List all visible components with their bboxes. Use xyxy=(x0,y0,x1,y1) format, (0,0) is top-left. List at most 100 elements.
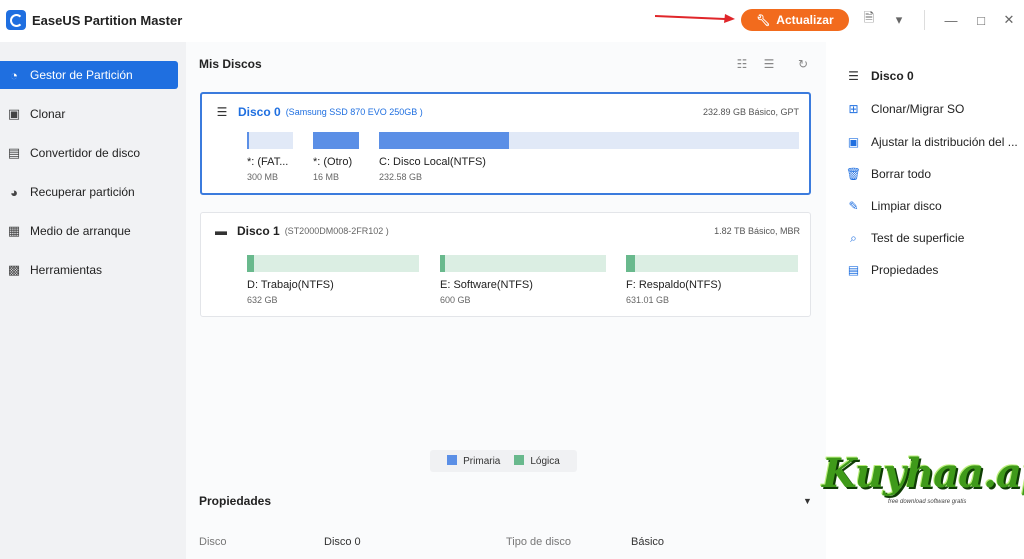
update-label: Actualizar xyxy=(776,13,834,27)
disk-card-1[interactable]: ▬ Disco 1 (ST2000DM008-2FR102 ) 1.82 TB … xyxy=(200,212,811,317)
primary-swatch xyxy=(447,455,458,465)
app-logo-icon xyxy=(6,10,26,30)
partition-name: E: Software(NTFS) xyxy=(440,279,533,291)
partition-usage-fill xyxy=(313,132,359,149)
partition-item[interactable]: D: Trabajo(NTFS) 632 GB xyxy=(247,255,419,305)
action-clone-migrate-os[interactable]: ⊞ Clonar/Migrar SO xyxy=(846,101,964,117)
feedback-icon[interactable]: 🗎︎ xyxy=(860,10,878,29)
pie-chart-icon: ◔ xyxy=(10,67,18,83)
windows-icon: ⊞ xyxy=(848,102,859,116)
trash-icon: 🗑︎ xyxy=(845,167,862,181)
logical-swatch xyxy=(514,455,525,465)
action-label: Test de superficie xyxy=(871,231,965,245)
update-button[interactable]: 🔧︎ Actualizar xyxy=(741,9,849,31)
disk-drive-icon: ▬ xyxy=(215,224,227,238)
selected-disk-header: ☰ Disco 0 xyxy=(846,68,914,84)
partition-item[interactable]: E: Software(NTFS) 600 GB xyxy=(440,255,606,305)
disk-name: Disco 1 xyxy=(237,224,280,238)
sidebar-item-label: Medio de arranque xyxy=(30,224,131,238)
action-label: Clonar/Migrar SO xyxy=(871,102,965,116)
sidebar-item-partition-manager[interactable]: ◔ Gestor de Partición xyxy=(0,61,178,89)
action-properties[interactable]: ▤ Propiedades xyxy=(846,262,939,278)
card-view-icon[interactable]: ☷ xyxy=(735,57,749,71)
partition-item[interactable]: *: (Otro) 16 MB xyxy=(313,132,359,182)
partition-usage-fill xyxy=(247,255,254,272)
dropdown-menu-icon[interactable]: ▾ xyxy=(890,11,908,29)
disk-info: 1.82 TB Básico, MBR xyxy=(714,226,800,236)
recover-icon: ◕ xyxy=(10,184,18,200)
action-label: Propiedades xyxy=(871,263,939,277)
property-type-key: Tipo de disco xyxy=(506,536,572,548)
partition-item[interactable]: C: Disco Local(NTFS) 232.58 GB xyxy=(379,132,799,182)
properties-title: Propiedades xyxy=(199,494,272,508)
partition-usage-bar xyxy=(247,255,419,272)
eraser-icon: ✎ xyxy=(848,199,859,213)
partition-usage-bar xyxy=(247,132,293,149)
partition-name: F: Respaldo(NTFS) xyxy=(626,279,722,291)
partition-legend: Primaria Lógica xyxy=(430,450,577,472)
wrench-icon: 🔧︎ xyxy=(756,14,771,27)
disk-drive-icon: ☰ xyxy=(216,105,228,119)
action-clean-disk[interactable]: ✎ Limpiar disco xyxy=(846,198,942,214)
partition-name: *: (Otro) xyxy=(313,156,353,168)
maximize-icon[interactable]: □ xyxy=(972,11,990,29)
watermark-logo: Kuyhaa.app free download software gratis xyxy=(820,450,1024,520)
app-title: EaseUS Partition Master xyxy=(32,13,183,28)
disk-convert-icon: ▤ xyxy=(7,145,21,160)
partition-usage-fill xyxy=(440,255,445,272)
disk-info: 232.89 GB Básico, GPT xyxy=(702,107,799,117)
action-label: Ajustar la distribución del ... xyxy=(871,135,1018,149)
sidebar-item-tools[interactable]: ▩ Herramientas xyxy=(0,256,180,284)
action-label: Limpiar disco xyxy=(871,199,942,213)
sidebar: ◔ Gestor de Partición ▣ Clonar ▤ Convert… xyxy=(0,42,186,559)
list-view-icon[interactable]: ☰ xyxy=(762,57,776,71)
partition-usage-bar xyxy=(313,132,359,149)
collapse-caret-icon[interactable]: ▼ xyxy=(803,496,812,506)
properties-icon: ▤ xyxy=(847,263,860,277)
disk-header: ☰ Disco 0 (Samsung SSD 870 EVO 250GB ) xyxy=(214,105,423,119)
partition-size: 600 GB xyxy=(440,295,471,305)
minimize-icon[interactable]: — xyxy=(942,11,960,29)
adjust-layout-icon: ▣ xyxy=(847,135,860,149)
partition-item[interactable]: *: (FAT... 300 MB xyxy=(247,132,293,182)
property-type-value: Básico xyxy=(631,536,665,548)
partition-size: 300 MB xyxy=(247,172,279,182)
sidebar-item-label: Gestor de Partición xyxy=(30,68,133,82)
partition-usage-bar xyxy=(379,132,799,149)
disk-drive-icon: ☰ xyxy=(848,69,859,83)
partition-size: 232.58 GB xyxy=(379,172,423,182)
disk-name: Disco 0 xyxy=(238,105,281,119)
disk-header: ▬ Disco 1 (ST2000DM008-2FR102 ) xyxy=(213,224,389,238)
toolbox-icon: ▩ xyxy=(7,262,21,277)
sidebar-item-label: Recuperar partición xyxy=(30,185,135,199)
surface-test-icon: ⌕ xyxy=(850,230,857,245)
disk-model: (Samsung SSD 870 EVO 250GB ) xyxy=(285,107,423,117)
sidebar-item-boot-media[interactable]: ▦ Medio de arranque xyxy=(0,217,180,245)
page-title: Mis Discos xyxy=(199,57,262,71)
action-delete-all[interactable]: 🗑︎ Borrar todo xyxy=(846,166,931,182)
legend-logical: Lógica xyxy=(514,455,560,467)
sidebar-item-disk-converter[interactable]: ▤ Convertidor de disco xyxy=(0,139,180,167)
close-icon[interactable]: ✕ xyxy=(1000,11,1018,29)
property-disk-key: Disco xyxy=(199,536,227,548)
sidebar-item-clone[interactable]: ▣ Clonar xyxy=(0,100,180,128)
partition-usage-fill xyxy=(626,255,635,272)
refresh-icon[interactable]: ↻ xyxy=(796,57,810,71)
disk-model: (ST2000DM008-2FR102 ) xyxy=(284,226,389,236)
sidebar-item-recover-partition[interactable]: ◕ Recuperar partición xyxy=(0,178,180,206)
sidebar-item-label: Clonar xyxy=(30,107,66,121)
boot-media-icon: ▦ xyxy=(7,223,21,238)
partition-name: D: Trabajo(NTFS) xyxy=(247,279,334,291)
partition-name: C: Disco Local(NTFS) xyxy=(379,156,486,168)
property-disk-value: Disco 0 xyxy=(324,536,361,548)
main-panel: Mis Discos ☷ ☰ ↻ ☰ Disco 0 (Samsung SSD … xyxy=(186,42,826,559)
partition-item[interactable]: F: Respaldo(NTFS) 631.01 GB xyxy=(626,255,798,305)
disk-card-0[interactable]: ☰ Disco 0 (Samsung SSD 870 EVO 250GB ) 2… xyxy=(200,92,811,195)
action-adjust-layout[interactable]: ▣ Ajustar la distribución del ... xyxy=(846,134,1018,150)
partition-name: *: (FAT... xyxy=(247,156,289,168)
red-arrow-icon xyxy=(655,14,735,23)
sidebar-item-label: Herramientas xyxy=(30,263,103,277)
legend-primary-label: Primaria xyxy=(463,456,501,467)
watermark-text: Kuyhaa.app xyxy=(822,450,1024,497)
action-surface-test[interactable]: ⌕ Test de superficie xyxy=(846,230,964,246)
